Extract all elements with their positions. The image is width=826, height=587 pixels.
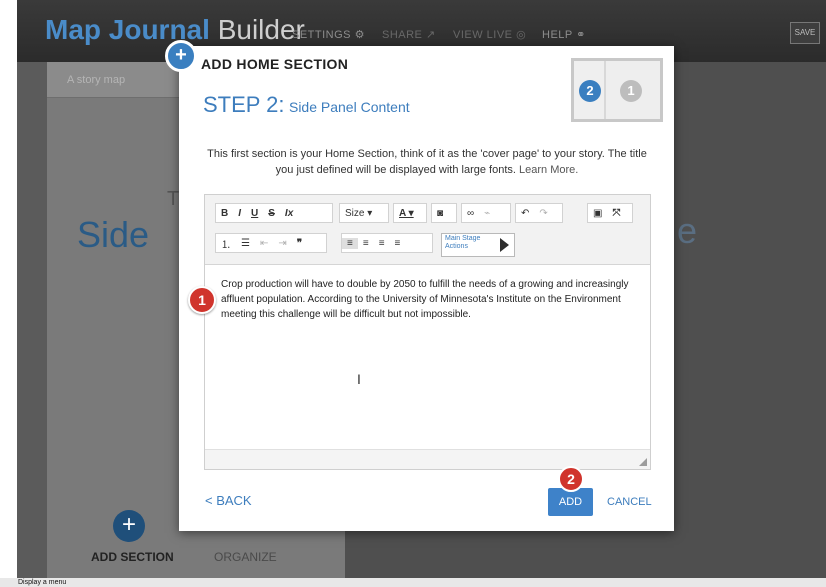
main-stage-preview-text: e bbox=[677, 210, 698, 251]
step-name: Side Panel Content bbox=[288, 99, 410, 115]
callout-badge-2: 2 bbox=[558, 466, 584, 492]
help-label: HELP bbox=[542, 29, 573, 41]
organize-label[interactable]: ORGANIZE bbox=[214, 550, 277, 564]
panel-preview-line2: Side bbox=[77, 214, 150, 255]
format-group: B I U S Ix bbox=[215, 203, 333, 223]
bold-button[interactable]: B bbox=[216, 208, 233, 219]
learn-more-link[interactable]: Learn More. bbox=[519, 164, 578, 176]
text-color-label: A ▾ bbox=[399, 207, 414, 219]
cancel-link[interactable]: CANCEL bbox=[607, 496, 652, 508]
main-stage-actions-label: Main Stage Actions bbox=[445, 235, 481, 250]
step-indicator-inactive: 1 bbox=[606, 61, 660, 119]
history-group: ↶ ↷ bbox=[515, 203, 563, 223]
add-home-section-dialog: ADD HOME SECTION STEP 2: Side Panel Cont… bbox=[179, 46, 674, 531]
align-center-icon[interactable]: ≡ bbox=[358, 238, 374, 249]
settings-link[interactable]: SETTINGS ⚙ bbox=[292, 28, 365, 41]
outdent-icon[interactable]: ⇤ bbox=[255, 238, 273, 249]
text-cursor-icon: I bbox=[357, 371, 361, 387]
plus-icon: + bbox=[165, 40, 197, 72]
text-color-select[interactable]: A ▾ bbox=[393, 203, 427, 223]
callout-badge-1: 1 bbox=[188, 286, 216, 314]
camera-button[interactable]: ◙ bbox=[431, 203, 457, 223]
quote-icon[interactable]: ❞ bbox=[292, 238, 307, 249]
step-2-badge: 2 bbox=[579, 80, 601, 102]
step-number: STEP 2: bbox=[203, 92, 285, 117]
eye-icon: ◎ bbox=[516, 29, 527, 41]
fullscreen-icon[interactable]: ⤧ bbox=[607, 208, 625, 219]
align-group: ≡ ≡ ≡ ≡ bbox=[341, 233, 433, 253]
bullet-list-icon[interactable]: ☰ bbox=[236, 238, 255, 249]
view-live-label: VIEW LIVE bbox=[453, 29, 513, 41]
indent-icon[interactable]: ⇥ bbox=[273, 238, 291, 249]
add-button[interactable]: ADD bbox=[548, 488, 593, 516]
editor-status-bar bbox=[205, 449, 650, 469]
source-icon[interactable]: ▣ bbox=[588, 208, 607, 219]
add-section-label[interactable]: ADD SECTION bbox=[91, 550, 174, 564]
editor-body-text[interactable]: Crop production will have to double by 2… bbox=[221, 277, 641, 322]
unlink-icon[interactable]: ⌁ bbox=[479, 208, 495, 219]
binoculars-icon: ⚭ bbox=[576, 29, 586, 41]
undo-icon[interactable]: ↶ bbox=[516, 208, 534, 219]
main-stage-actions-button[interactable]: Main Stage Actions bbox=[441, 233, 515, 257]
back-link[interactable]: < BACK bbox=[205, 493, 252, 508]
camera-icon: ◙ bbox=[437, 207, 444, 219]
status-bar: Display a menu bbox=[0, 578, 826, 587]
story-title-label[interactable]: A story map bbox=[67, 74, 125, 86]
save-button[interactable]: SAVE bbox=[790, 22, 820, 44]
share-icon: ↗ bbox=[425, 29, 436, 41]
font-size-select[interactable]: Size ▾ bbox=[339, 203, 389, 223]
link-icon[interactable]: ∞ bbox=[462, 208, 479, 219]
align-right-icon[interactable]: ≡ bbox=[374, 238, 390, 249]
share-label: SHARE bbox=[382, 29, 423, 41]
intro-text: This first section is your Home Section,… bbox=[197, 146, 657, 178]
list-group: ⒈ ☰ ⇤ ⇥ ❞ bbox=[215, 233, 327, 253]
numbered-list-icon[interactable]: ⒈ bbox=[216, 236, 236, 251]
resize-grip-icon[interactable] bbox=[639, 458, 647, 466]
step-indicator-active: 2 bbox=[574, 61, 604, 119]
gear-icon: ⚙ bbox=[354, 29, 365, 41]
step-title: STEP 2: Side Panel Content bbox=[203, 92, 410, 118]
intro-body: This first section is your Home Section,… bbox=[207, 148, 647, 176]
help-link[interactable]: HELP ⚭ bbox=[542, 28, 586, 41]
share-link[interactable]: SHARE ↗ bbox=[382, 28, 436, 41]
view-live-link[interactable]: VIEW LIVE ◎ bbox=[453, 28, 526, 41]
italic-button[interactable]: I bbox=[233, 208, 246, 219]
step-1-badge: 1 bbox=[620, 80, 642, 102]
font-size-label: Size ▾ bbox=[345, 207, 373, 219]
justify-icon[interactable]: ≡ bbox=[390, 238, 406, 249]
settings-label: SETTINGS bbox=[292, 29, 352, 41]
redo-icon[interactable]: ↷ bbox=[534, 208, 552, 219]
dialog-title: ADD HOME SECTION bbox=[201, 56, 349, 72]
play-icon bbox=[500, 238, 509, 252]
strikethrough-button[interactable]: S bbox=[263, 208, 280, 219]
rich-text-editor[interactable]: B I U S Ix Size ▾ A ▾ ◙ ∞ ⌁ ↶ ↷ ▣ ⤧ ⒈ ☰ … bbox=[204, 194, 651, 470]
editor-toolbar: B I U S Ix Size ▾ A ▾ ◙ ∞ ⌁ ↶ ↷ ▣ ⤧ ⒈ ☰ … bbox=[205, 195, 650, 265]
add-section-icon[interactable]: + bbox=[113, 510, 145, 542]
view-group: ▣ ⤧ bbox=[587, 203, 633, 223]
remove-format-button[interactable]: Ix bbox=[280, 208, 298, 219]
step-indicator: 2 1 bbox=[571, 58, 663, 122]
underline-button[interactable]: U bbox=[246, 208, 263, 219]
align-left-icon[interactable]: ≡ bbox=[342, 237, 358, 249]
link-group: ∞ ⌁ bbox=[461, 203, 511, 223]
